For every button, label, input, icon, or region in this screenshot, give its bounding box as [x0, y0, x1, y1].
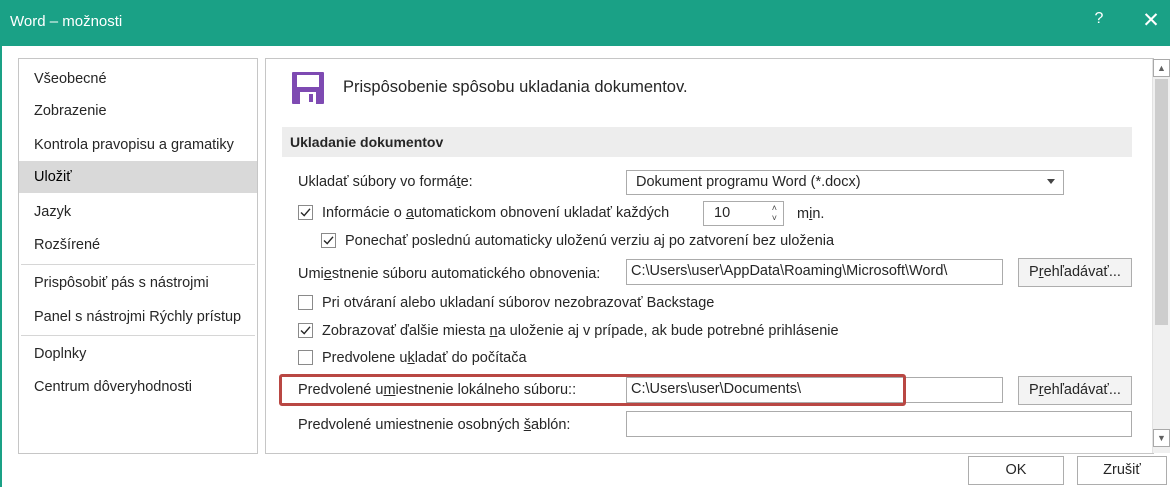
sidebar-item-general[interactable]: Všeobecné [19, 63, 257, 95]
close-button[interactable]: ✕ [1138, 8, 1164, 36]
autorecover-browse-button[interactable]: Prehľadávať... [1018, 258, 1132, 287]
help-button[interactable]: ? [1088, 10, 1110, 34]
sidebar-item-customize-ribbon[interactable]: Prispôsobiť pás s nástrojmi [19, 267, 257, 299]
page-heading: Prispôsobenie spôsobu ukladania dokument… [343, 78, 688, 96]
default-local-browse-button[interactable]: Prehľadávať... [1018, 376, 1132, 405]
floppy-disk-icon [292, 72, 324, 104]
autorecover-checkbox[interactable] [298, 205, 313, 220]
autorecover-minutes-spinner[interactable]: 10 ˄ ˅ [703, 201, 784, 226]
cancel-button[interactable]: Zrušiť [1077, 456, 1167, 485]
keep-last-version-checkbox[interactable] [321, 233, 336, 248]
sidebar-item-trust-center[interactable]: Centrum dôveryhodnosti [19, 371, 257, 403]
section-header: Ukladanie dokumentov [282, 127, 1132, 157]
title-bar: Word – možnosti ? ✕ [0, 0, 1170, 46]
sidebar-item-display[interactable]: Zobrazenie [19, 95, 257, 127]
autorecover-label: Informácie o automatickom obnovení uklad… [322, 205, 670, 221]
save-format-value: Dokument programu Word (*.docx) [636, 174, 861, 190]
sidebar-item-proofing[interactable]: Kontrola pravopisu a gramatiky [19, 129, 257, 161]
section-title: Ukladanie dokumentov [290, 134, 444, 150]
autorecover-minutes-value: 10 [714, 205, 731, 221]
ok-button[interactable]: OK [968, 456, 1064, 485]
save-format-label: Ukladať súbory vo formáte: [298, 174, 473, 190]
options-sidebar: Všeobecné Zobrazenie Kontrola pravopisu … [18, 58, 258, 454]
content-scrollbar[interactable]: ▲ ▼ [1152, 59, 1170, 453]
sidebar-item-advanced[interactable]: Rozšírené [19, 229, 257, 261]
sidebar-divider [21, 264, 255, 265]
checkmark-icon [323, 236, 334, 245]
save-to-computer-checkbox[interactable] [298, 350, 313, 365]
keep-last-version-label: Ponechať poslednú automaticky uloženú ve… [345, 233, 835, 249]
autorecover-location-value: C:\Users\user\AppData\Roaming\Microsoft\… [631, 263, 948, 279]
sidebar-item-save[interactable]: Uložiť [19, 161, 257, 193]
scrollbar-thumb[interactable] [1155, 79, 1168, 325]
save-to-computer-label: Predvolene ukladať do počítača [322, 350, 527, 366]
checkmark-icon [300, 208, 311, 217]
scroll-down-icon[interactable]: ▼ [1153, 429, 1170, 447]
autorecover-location-label: Umiestnenie súboru automatického obnoven… [298, 266, 601, 282]
personal-templates-label: Predvolené umiestnenie osobných šablón: [298, 417, 571, 433]
minutes-unit-label: min. [797, 206, 825, 222]
chevron-down-icon [1047, 179, 1055, 184]
personal-templates-input[interactable] [626, 411, 1132, 437]
spinner-down-icon[interactable]: ˅ [772, 214, 777, 223]
sidebar-item-language[interactable]: Jazyk [19, 196, 257, 228]
scroll-up-icon[interactable]: ▲ [1153, 59, 1170, 77]
sidebar-divider [21, 335, 255, 336]
autorecover-location-input[interactable]: C:\Users\user\AppData\Roaming\Microsoft\… [626, 259, 1003, 285]
sidebar-item-add-ins[interactable]: Doplnky [19, 338, 257, 370]
window-border [0, 46, 2, 487]
no-backstage-checkbox[interactable] [298, 295, 313, 310]
sidebar-item-quick-access-toolbar[interactable]: Panel s nástrojmi Rýchly prístup [19, 301, 257, 333]
highlight-annotation-box [279, 374, 906, 406]
show-more-places-checkbox[interactable] [298, 323, 313, 338]
show-more-places-label: Zobrazovať ďalšie miesta na uloženie aj … [322, 323, 839, 339]
spinner-up-icon[interactable]: ˄ [772, 204, 777, 213]
save-format-dropdown[interactable]: Dokument programu Word (*.docx) [626, 170, 1064, 195]
checkmark-icon [300, 326, 311, 335]
window-title: Word – možnosti [10, 13, 123, 30]
no-backstage-label: Pri otváraní alebo ukladaní súborov nezo… [322, 295, 715, 311]
